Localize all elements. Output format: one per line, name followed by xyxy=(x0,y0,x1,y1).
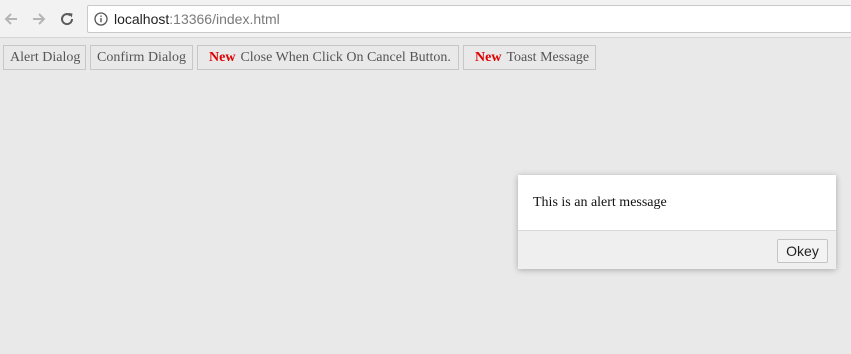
forward-button[interactable] xyxy=(28,8,50,30)
dialog-body: This is an alert message xyxy=(518,175,836,230)
browser-toolbar: localhost:13366/index.html xyxy=(0,0,851,38)
back-button[interactable] xyxy=(0,8,22,30)
address-bar[interactable]: localhost:13366/index.html xyxy=(87,5,851,33)
arrow-right-icon xyxy=(33,13,46,25)
alert-dialog: This is an alert message Okey xyxy=(518,175,836,269)
reload-button[interactable] xyxy=(56,8,78,30)
info-icon[interactable] xyxy=(94,12,108,26)
alert-dialog-button[interactable]: Alert Dialog xyxy=(3,45,86,70)
reload-icon xyxy=(61,13,74,26)
okey-button[interactable]: Okey xyxy=(777,239,828,263)
arrow-left-icon xyxy=(4,13,17,25)
url-text: localhost:13366/index.html xyxy=(114,11,280,27)
confirm-dialog-button[interactable]: Confirm Dialog xyxy=(90,45,193,70)
close-on-cancel-button[interactable]: New Close When Click On Cancel Button. xyxy=(197,45,459,70)
dialog-message: This is an alert message xyxy=(533,195,667,210)
dialog-footer: Okey xyxy=(518,230,836,269)
new-badge: New xyxy=(475,50,502,65)
close-on-cancel-label: Close When Click On Cancel Button. xyxy=(240,50,451,65)
new-badge: New xyxy=(209,50,236,65)
url-host: localhost xyxy=(114,11,170,27)
toast-message-button[interactable]: New Toast Message xyxy=(463,45,596,70)
url-path: :13366/index.html xyxy=(169,11,280,27)
toast-message-label: Toast Message xyxy=(506,50,590,65)
confirm-dialog-label: Confirm Dialog xyxy=(97,50,187,65)
alert-dialog-label: Alert Dialog xyxy=(10,50,81,65)
